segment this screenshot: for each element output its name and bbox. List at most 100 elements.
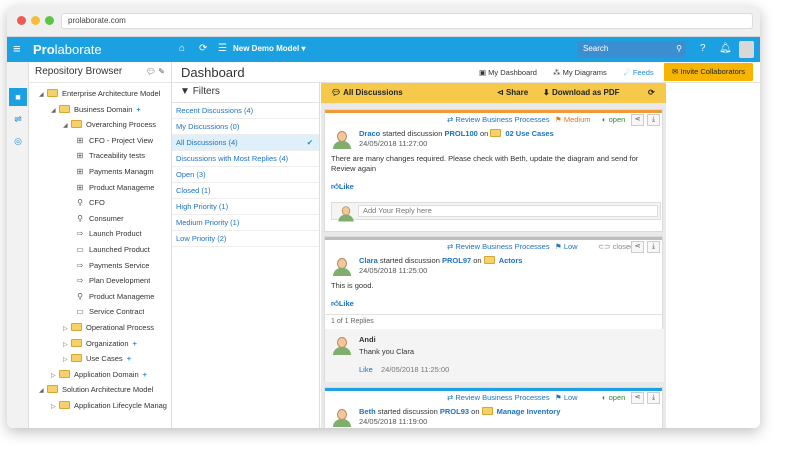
filter-item[interactable]: Low Priority (2) [172,231,319,247]
left-rail: ■ ⇌ ◎ [7,62,29,428]
repository-title: Repository Browser [35,66,123,77]
download-pdf-button[interactable]: ⬇ Download as PDF [543,83,620,103]
expand-arrow-icon[interactable]: ▷ [51,369,59,382]
discussion-id[interactable]: PROL93 [440,407,469,416]
tab-feeds[interactable]: ☄ Feeds [624,68,654,77]
tree-node[interactable]: ⊞ Traceability tests [75,148,145,163]
tree-node[interactable]: ▭ Service Contract [75,304,144,319]
filter-item[interactable]: My Discussions (0) [172,119,319,135]
search-input[interactable]: Search ⚲ [578,41,686,57]
add-icon[interactable]: + [136,105,140,114]
like-button[interactable]: 👍︎Like [331,182,354,192]
minimize-window-dot[interactable] [31,16,40,25]
tree-node-label: Application Domain [74,369,139,379]
hamburger-menu-icon[interactable]: ≡ [13,42,21,56]
tree-node[interactable]: ▷ Use Cases + [63,351,131,366]
notification-bell-icon[interactable]: 🔔︎ [719,43,732,55]
discussion-id[interactable]: PROL100 [444,129,477,138]
collapse-arrow-icon[interactable]: ◢ [51,104,59,117]
feed-refresh-icon[interactable]: ⟳ [648,83,655,103]
home-icon[interactable]: ⌂ [179,43,185,55]
tree-node[interactable]: ▷ Organization + [63,336,137,351]
card-share-button[interactable]: ⋖ [631,241,644,253]
diagram-icon: ⊞ [76,151,84,161]
tree-node[interactable]: ⊞ CFO - Project View [75,133,153,148]
package-link[interactable]: Actors [499,256,523,265]
status-badge[interactable]: ⊂⊃ closed [598,242,634,251]
chat-icon[interactable]: 💬︎ [146,67,156,76]
tab-my-diagrams[interactable]: ⁂ My Diagrams [553,68,607,77]
reply-input[interactable]: Add Your Reply here [358,205,658,217]
package-link[interactable]: Manage Inventory [497,407,561,416]
add-icon[interactable]: + [133,339,137,348]
diagrams-icon[interactable]: ⇌ [9,110,27,128]
like-button[interactable]: 👍︎Like [331,299,354,309]
card-download-button[interactable]: ⤓ [647,392,660,404]
search-icon[interactable]: ⚲ [676,41,682,57]
tree-node[interactable]: ⚲ CFO [75,195,105,210]
refresh-icon[interactable]: ⟳ [199,43,207,55]
close-window-dot[interactable] [17,16,26,25]
filter-item[interactable]: All Discussions (4) ✔ [172,135,319,151]
package-link[interactable]: 02 Use Cases [505,129,553,138]
tree-node[interactable]: ⚲ Product Manageme [75,289,154,304]
status-badge[interactable]: ◐ open [602,115,625,124]
expand-arrow-icon[interactable]: ▷ [63,353,71,366]
discussion-id[interactable]: PROL97 [442,256,471,265]
author-name[interactable]: Beth [359,407,376,416]
maximize-window-dot[interactable] [45,16,54,25]
url-bar[interactable]: prolaborate.com [61,13,753,29]
collapse-arrow-icon[interactable]: ◢ [39,384,47,397]
tree-node[interactable]: ⇨ Plan Development [75,273,151,288]
tree-node[interactable]: ▷ Operational Process [63,320,154,335]
card-share-button[interactable]: ⋖ [631,392,644,404]
collapse-arrow-icon[interactable]: ◢ [63,119,71,132]
model-selector[interactable]: New Demo Model ▾ [233,43,305,55]
card-share-button[interactable]: ⋖ [631,114,644,126]
target-icon[interactable]: ◎ [9,132,27,150]
author-name[interactable]: Draco [359,129,380,138]
repository-browser-icon[interactable]: ■ [9,88,27,106]
discussion-header: Draco started discussion PROL100 on 02 U… [359,129,554,138]
filter-item[interactable]: Medium Priority (1) [172,215,319,231]
filter-item[interactable]: Recent Discussions (4) [172,103,319,119]
tree-node[interactable]: ⚲ Consumer [75,211,124,226]
filter-item[interactable]: Discussions with Most Replies (4) [172,151,319,167]
source-link[interactable]: ⇄ Review Business Processes [447,115,550,124]
expand-arrow-icon[interactable]: ▷ [63,322,71,335]
collapse-arrow-icon[interactable]: ◢ [39,88,47,101]
tree-node[interactable]: ◢ Enterprise Architecture Model [39,86,160,101]
tab-my-dashboard[interactable]: ▣ My Dashboard [479,68,537,77]
pin-icon[interactable]: ✎ [158,67,165,76]
add-icon[interactable]: + [127,354,131,363]
help-icon[interactable]: ? [700,43,706,55]
author-name[interactable]: Clara [359,256,378,265]
tree-node[interactable]: ◢ Solution Architecture Model [39,382,153,397]
card-download-button[interactable]: ⤓ [647,241,660,253]
filter-item[interactable]: Closed (1) [172,183,319,199]
invite-collaborators-button[interactable]: ✉ Invite Collaborators [664,63,753,81]
source-link[interactable]: ⇄ Review Business Processes [447,242,550,251]
user-avatar[interactable] [739,41,754,58]
reply-author[interactable]: Andi [359,335,376,344]
tree-node[interactable]: ⊞ Product Manageme [75,180,155,195]
tree-node[interactable]: ▭ Launched Product [75,242,150,257]
tree-node[interactable]: ▷ Application Domain + [51,367,147,382]
tree-node[interactable]: ◢ Overarching Process [63,117,156,132]
card-download-button[interactable]: ⤓ [647,114,660,126]
status-badge[interactable]: ◐ open [602,393,625,402]
tree-node[interactable]: ▷ Application Lifecycle Manag [51,398,167,413]
add-icon[interactable]: + [143,370,147,379]
tree-node[interactable]: ◢ Business Domain + [51,102,141,117]
expand-arrow-icon[interactable]: ▷ [63,338,71,351]
priority-label: Low [563,242,578,251]
tree-node[interactable]: ⊞ Payments Managm [75,164,154,179]
source-link[interactable]: ⇄ Review Business Processes [447,393,550,402]
expand-arrow-icon[interactable]: ▷ [51,400,59,413]
tree-node[interactable]: ⇨ Payments Service [75,258,150,273]
reply-like-button[interactable]: Like [359,365,373,374]
filter-item[interactable]: High Priority (1) [172,199,319,215]
tree-node[interactable]: ⇨ Launch Product [75,226,142,241]
filter-item[interactable]: Open (3) [172,167,319,183]
share-button[interactable]: ⊲ Share [497,83,528,103]
